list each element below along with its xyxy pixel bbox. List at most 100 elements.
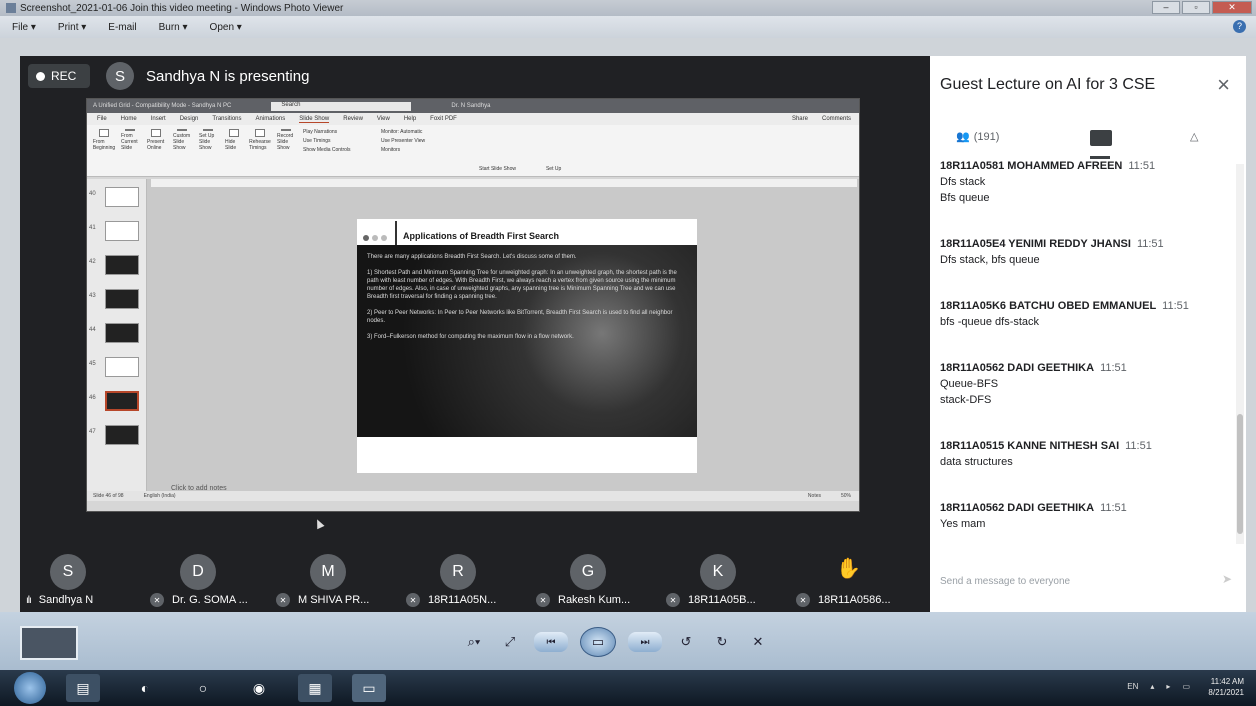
speaking-icon: ılı bbox=[26, 594, 32, 606]
slide-thumb bbox=[105, 221, 139, 241]
mic-off-icon: ✕ bbox=[150, 593, 164, 607]
participant-avatar[interactable]: S bbox=[50, 554, 86, 590]
slide-point-2: 2) Peer to Peer Networks: In Peer to Pee… bbox=[367, 310, 673, 324]
menu-open[interactable]: Open ▾ bbox=[210, 22, 242, 33]
ribbon-monitors: Monitor: Automatic Use Presenter View Mo… bbox=[381, 129, 426, 153]
ppt-search: Search bbox=[271, 101, 412, 111]
ppt-window-title: A Unified Grid - Compatibility Mode - Sa… bbox=[93, 103, 232, 109]
presenter-banner: S Sandhya N is presenting bbox=[106, 62, 309, 90]
participant-name: ✕ M SHIVA PR... bbox=[276, 593, 369, 607]
ppt-titlebar: A Unified Grid - Compatibility Mode - Sa… bbox=[87, 99, 859, 113]
slide-thumbnails: 40 41 42 43 44 45 46 47 bbox=[87, 179, 147, 501]
ppt-tabs: File Home Insert Design Transitions Anim… bbox=[87, 113, 859, 125]
slide-thumb bbox=[105, 255, 139, 275]
close-button[interactable]: ✕ bbox=[1212, 1, 1252, 14]
presenter-text: Sandhya N is presenting bbox=[146, 67, 310, 85]
slide-title: Applications of Breadth First Search bbox=[394, 221, 560, 251]
next-button[interactable]: ⏭ bbox=[628, 632, 662, 652]
participant-name: ✕ 18R11A0586... bbox=[796, 593, 891, 607]
participant-avatar[interactable]: G bbox=[570, 554, 606, 590]
ribbon-group-labels: Start Slide Show Set Up bbox=[479, 166, 562, 172]
document-icon[interactable]: ▦ bbox=[298, 674, 332, 702]
participant-name: ✕ 18R11A05N... bbox=[406, 593, 496, 607]
slideshow-button[interactable]: ▭ bbox=[580, 627, 616, 657]
explorer-icon[interactable]: ▤ bbox=[66, 674, 100, 702]
ribbon-from-beginning: From Beginning bbox=[93, 129, 115, 151]
media-player-icon[interactable]: ◐ bbox=[128, 674, 162, 702]
mic-off-icon: ✕ bbox=[276, 593, 290, 607]
mic-off-icon: ✕ bbox=[666, 593, 680, 607]
menu-burn[interactable]: Burn ▾ bbox=[159, 22, 188, 33]
ppt-tab-design: Design bbox=[179, 116, 199, 122]
message-input[interactable]: Send a message to everyone bbox=[940, 576, 1070, 587]
photo-viewer-taskbar-icon[interactable]: ▭ bbox=[352, 674, 386, 702]
ribbon-hide-slide: Hide Slide bbox=[225, 129, 243, 151]
ppt-tab-help: Help bbox=[403, 116, 417, 122]
viewer-controls: ⌕▾ ⤢ ⏮ ▭ ⏭ ↺ ↻ ✕ bbox=[462, 626, 808, 658]
clock[interactable]: 11:42 AM 8/21/2021 bbox=[1208, 676, 1244, 698]
participant-avatar[interactable]: D bbox=[180, 554, 216, 590]
tray-arrow-icon[interactable]: ▴ bbox=[1150, 682, 1154, 691]
slide-content: There are many applications Breadth Firs… bbox=[357, 245, 697, 437]
ribbon-custom-show: Custom Slide Show bbox=[173, 129, 191, 151]
actual-size-icon[interactable]: ⤢ bbox=[498, 632, 522, 652]
rotate-right-icon[interactable]: ↻ bbox=[710, 632, 734, 652]
tab-activities[interactable]: △ bbox=[1190, 130, 1198, 143]
slide-thumb bbox=[105, 357, 139, 377]
chat-scrollbar[interactable] bbox=[1236, 164, 1244, 544]
meeting-title: Guest Lecture on AI for 3 CSE bbox=[940, 76, 1156, 93]
close-panel-icon[interactable]: × bbox=[1217, 72, 1230, 98]
chat-message: 18R11A0581 MOHAMMED AFREEN 11:51 Dfs stac… bbox=[940, 160, 1156, 204]
ppt-ribbon: From Beginning From Current Slide Presen… bbox=[87, 125, 859, 177]
menu-file[interactable]: File ▾ bbox=[12, 22, 36, 33]
mic-off-icon: ✕ bbox=[796, 593, 810, 607]
tab-chat[interactable] bbox=[1090, 130, 1112, 146]
window-controls: – ▫ ✕ bbox=[1152, 1, 1252, 14]
activities-icon: △ bbox=[1190, 131, 1199, 143]
slide-thumb bbox=[105, 323, 139, 343]
help-icon[interactable]: ? bbox=[1233, 20, 1246, 33]
ppt-user: Dr. N Sandhya bbox=[451, 103, 491, 109]
ppt-tab-slideshow: Slide Show bbox=[299, 115, 330, 123]
zoom-icon[interactable]: ⌕▾ bbox=[462, 632, 486, 652]
send-icon[interactable]: ➤ bbox=[1222, 572, 1232, 586]
recording-badge: REC bbox=[28, 64, 90, 88]
chat-messages: 18R11A0581 MOHAMMED AFREEN 11:51 Dfs stac… bbox=[930, 160, 1230, 546]
ppt-share: Share bbox=[791, 116, 808, 122]
monitor-icon[interactable]: ▭ bbox=[1182, 682, 1190, 691]
menu-print[interactable]: Print ▾ bbox=[58, 22, 86, 33]
tab-people[interactable]: 👥 (191) bbox=[956, 130, 999, 144]
participant-avatar[interactable]: K bbox=[700, 554, 736, 590]
chat-message: 18R11A05K6 BATCHU OBED EMMANUEL 11:51 bfs… bbox=[940, 300, 1189, 328]
mouse-cursor-icon bbox=[313, 517, 325, 530]
opera-icon[interactable]: ○ bbox=[186, 674, 220, 702]
slide-thumb-selected bbox=[105, 391, 139, 411]
ribbon-record: Record Slide Show bbox=[277, 129, 295, 151]
start-button[interactable] bbox=[14, 672, 46, 704]
minimize-button[interactable]: – bbox=[1152, 1, 1180, 14]
participant-name: ılı Sandhya N bbox=[26, 594, 94, 606]
delete-icon[interactable]: ✕ bbox=[746, 632, 770, 652]
ppt-tab-home: Home bbox=[120, 116, 137, 122]
ribbon-from-current: From Current Slide bbox=[121, 129, 139, 151]
maximize-button[interactable]: ▫ bbox=[1182, 1, 1210, 14]
previous-button[interactable]: ⏮ bbox=[534, 632, 568, 652]
record-dot-icon bbox=[36, 71, 45, 81]
network-icon[interactable]: ▸ bbox=[1166, 682, 1170, 691]
participant-avatar[interactable]: M bbox=[310, 554, 346, 590]
ppt-tab-view: View bbox=[376, 116, 390, 122]
rotate-left-icon[interactable]: ↺ bbox=[674, 632, 698, 652]
system-tray: EN ▴ ▸ ▭ bbox=[1127, 682, 1190, 691]
participant-avatar[interactable]: R bbox=[440, 554, 476, 590]
chat-message: 18R11A0562 DADI GEETHIKA 11:51 Yes mam bbox=[940, 502, 1127, 530]
people-icon: 👥 bbox=[956, 131, 970, 143]
menu-email[interactable]: E-mail bbox=[108, 22, 136, 33]
presenter-avatar: S bbox=[106, 62, 134, 90]
current-slide: Applications of Breadth First Search The… bbox=[357, 219, 697, 473]
slide-thumb bbox=[105, 187, 139, 207]
chrome-icon[interactable]: ◉ bbox=[242, 674, 276, 702]
ribbon-setup: Set Up Slide Show bbox=[199, 129, 217, 151]
language-indicator[interactable]: EN bbox=[1127, 682, 1138, 691]
panel-tabs: 👥 (191) △ bbox=[930, 122, 1246, 159]
ppt-tab-animations: Animations bbox=[255, 116, 286, 122]
